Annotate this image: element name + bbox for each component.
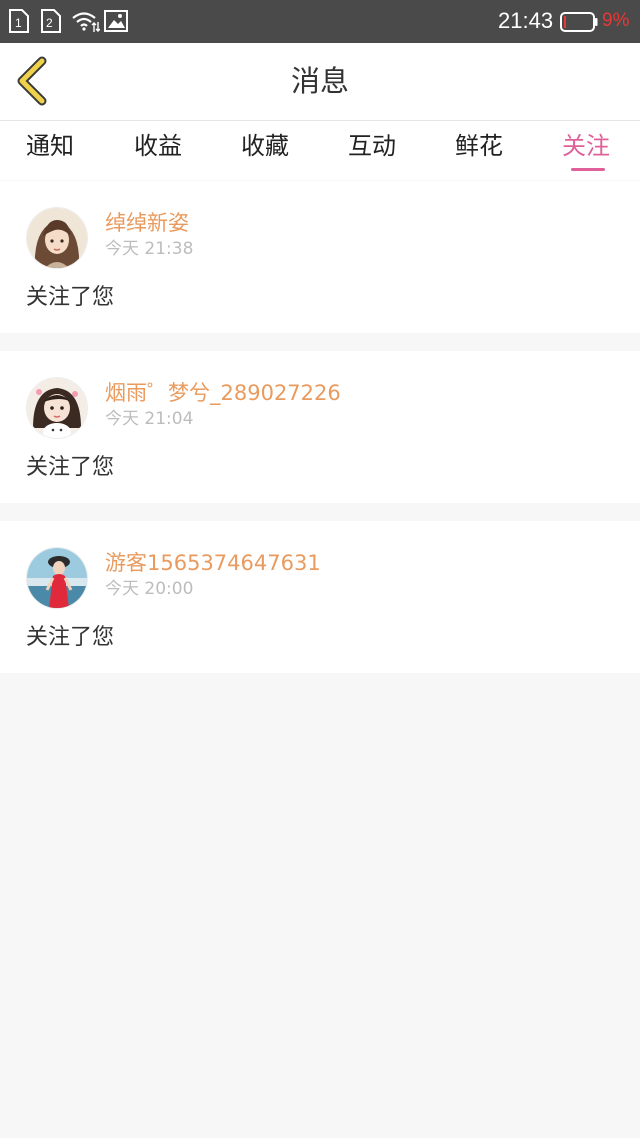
tab-flowers[interactable]: 鲜花	[455, 129, 503, 163]
avatar[interactable]	[26, 207, 88, 269]
username-link[interactable]: 绰绰新姿	[105, 209, 189, 237]
svg-text:1: 1	[15, 16, 22, 30]
tab-follows[interactable]: 关注	[562, 129, 610, 163]
sim-card-1-icon: 1	[8, 9, 30, 33]
tab-notifications[interactable]: 通知	[26, 129, 74, 163]
timestamp: 今天 20:00	[105, 579, 194, 599]
sim-card-2-icon: 2	[40, 9, 62, 33]
username-link[interactable]: 烟雨゜梦兮_289027226	[105, 379, 341, 407]
notification-message: 关注了您	[26, 285, 115, 310]
battery-level: 9%	[602, 10, 630, 31]
image-notification-icon	[104, 10, 128, 32]
tab-bar: 通知 收益 收藏 互动 鲜花 关注	[0, 121, 640, 180]
avatar[interactable]	[26, 377, 88, 439]
timestamp: 今天 21:38	[105, 239, 194, 259]
battery-icon	[560, 11, 598, 33]
notification-message: 关注了您	[26, 625, 115, 650]
wifi-icon	[70, 9, 101, 33]
tab-earnings[interactable]: 收益	[134, 129, 182, 163]
user-avatar-image	[27, 208, 87, 268]
notification-message: 关注了您	[26, 455, 115, 480]
status-bar: 1 2 21:43 9%	[0, 0, 640, 43]
timestamp: 今天 21:04	[105, 409, 194, 429]
tab-interactions[interactable]: 互动	[348, 129, 396, 163]
list-item[interactable]: 烟雨゜梦兮_289027226 今天 21:04 关注了您	[0, 351, 640, 503]
avatar[interactable]	[26, 547, 88, 609]
active-tab-indicator	[571, 168, 605, 171]
username-link[interactable]: 游客1565374647631	[105, 549, 321, 577]
page-title: 消息	[290, 64, 349, 98]
svg-text:2: 2	[46, 16, 53, 30]
header-bar: 消息	[0, 43, 640, 121]
tab-favorites[interactable]: 收藏	[241, 129, 289, 163]
user-avatar-image	[27, 548, 87, 608]
list-item[interactable]: 绰绰新姿 今天 21:38 关注了您	[0, 181, 640, 333]
list-item[interactable]: 游客1565374647631 今天 20:00 关注了您	[0, 521, 640, 673]
status-time: 21:43	[498, 8, 554, 33]
user-avatar-image	[27, 378, 87, 438]
